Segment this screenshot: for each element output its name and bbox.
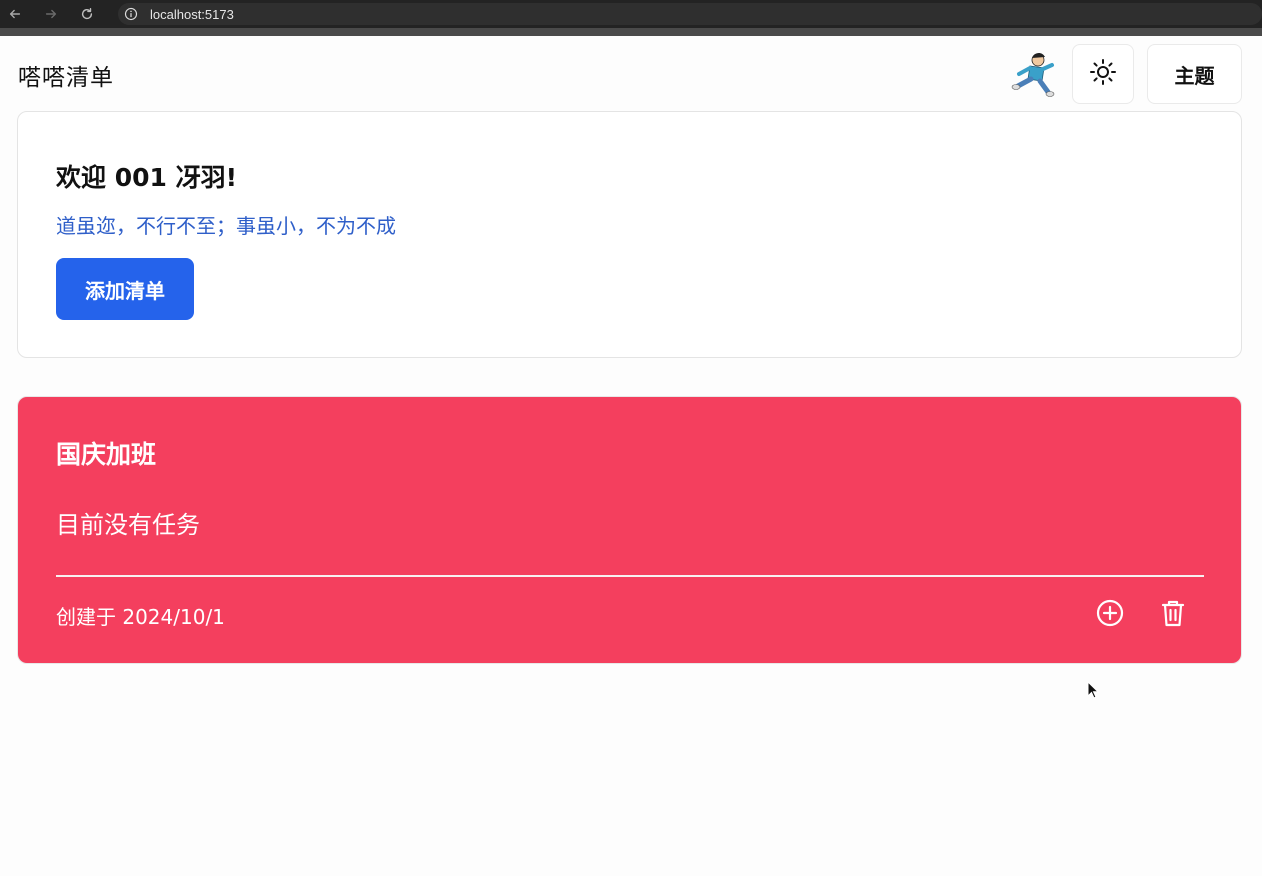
welcome-title: 欢迎 001 冴羽! [56, 163, 237, 192]
list-card: 国庆加班 目前没有任务 创建于 2024/10/1 [17, 396, 1242, 664]
mouse-cursor-icon [1087, 680, 1101, 701]
delete-list-button[interactable] [1158, 599, 1188, 631]
url-text: localhost:5173 [150, 6, 234, 22]
forward-arrow-icon[interactable] [42, 5, 60, 23]
welcome-motto: 道虽迩，不行不至；事虽小，不为不成 [56, 214, 396, 238]
theme-toggle-button[interactable] [1072, 44, 1134, 104]
list-empty-text: 目前没有任务 [56, 511, 200, 539]
sun-icon [1089, 58, 1117, 90]
running-man-avatar [1008, 48, 1060, 100]
reload-icon[interactable] [78, 5, 96, 23]
app-title: 嗒嗒清单 [18, 65, 114, 91]
list-divider [56, 575, 1204, 577]
plus-circle-icon [1095, 598, 1125, 632]
browser-strip [0, 28, 1262, 36]
info-icon[interactable] [124, 7, 138, 21]
back-arrow-icon[interactable] [6, 5, 24, 23]
list-created-date: 创建于 2024/10/1 [56, 605, 225, 629]
app-header: 嗒嗒清单 主题 [0, 36, 1262, 110]
list-title: 国庆加班 [56, 440, 157, 469]
browser-nav [6, 5, 114, 23]
theme-button[interactable]: 主题 [1147, 44, 1242, 104]
browser-toolbar: localhost:5173 [0, 0, 1262, 28]
add-list-button[interactable]: 添加清单 [56, 258, 194, 320]
trash-icon [1158, 597, 1188, 633]
add-task-button[interactable] [1095, 598, 1125, 632]
address-bar[interactable]: localhost:5173 [118, 3, 1262, 25]
welcome-card: 欢迎 001 冴羽! 道虽迩，不行不至；事虽小，不为不成 添加清单 [17, 111, 1242, 358]
